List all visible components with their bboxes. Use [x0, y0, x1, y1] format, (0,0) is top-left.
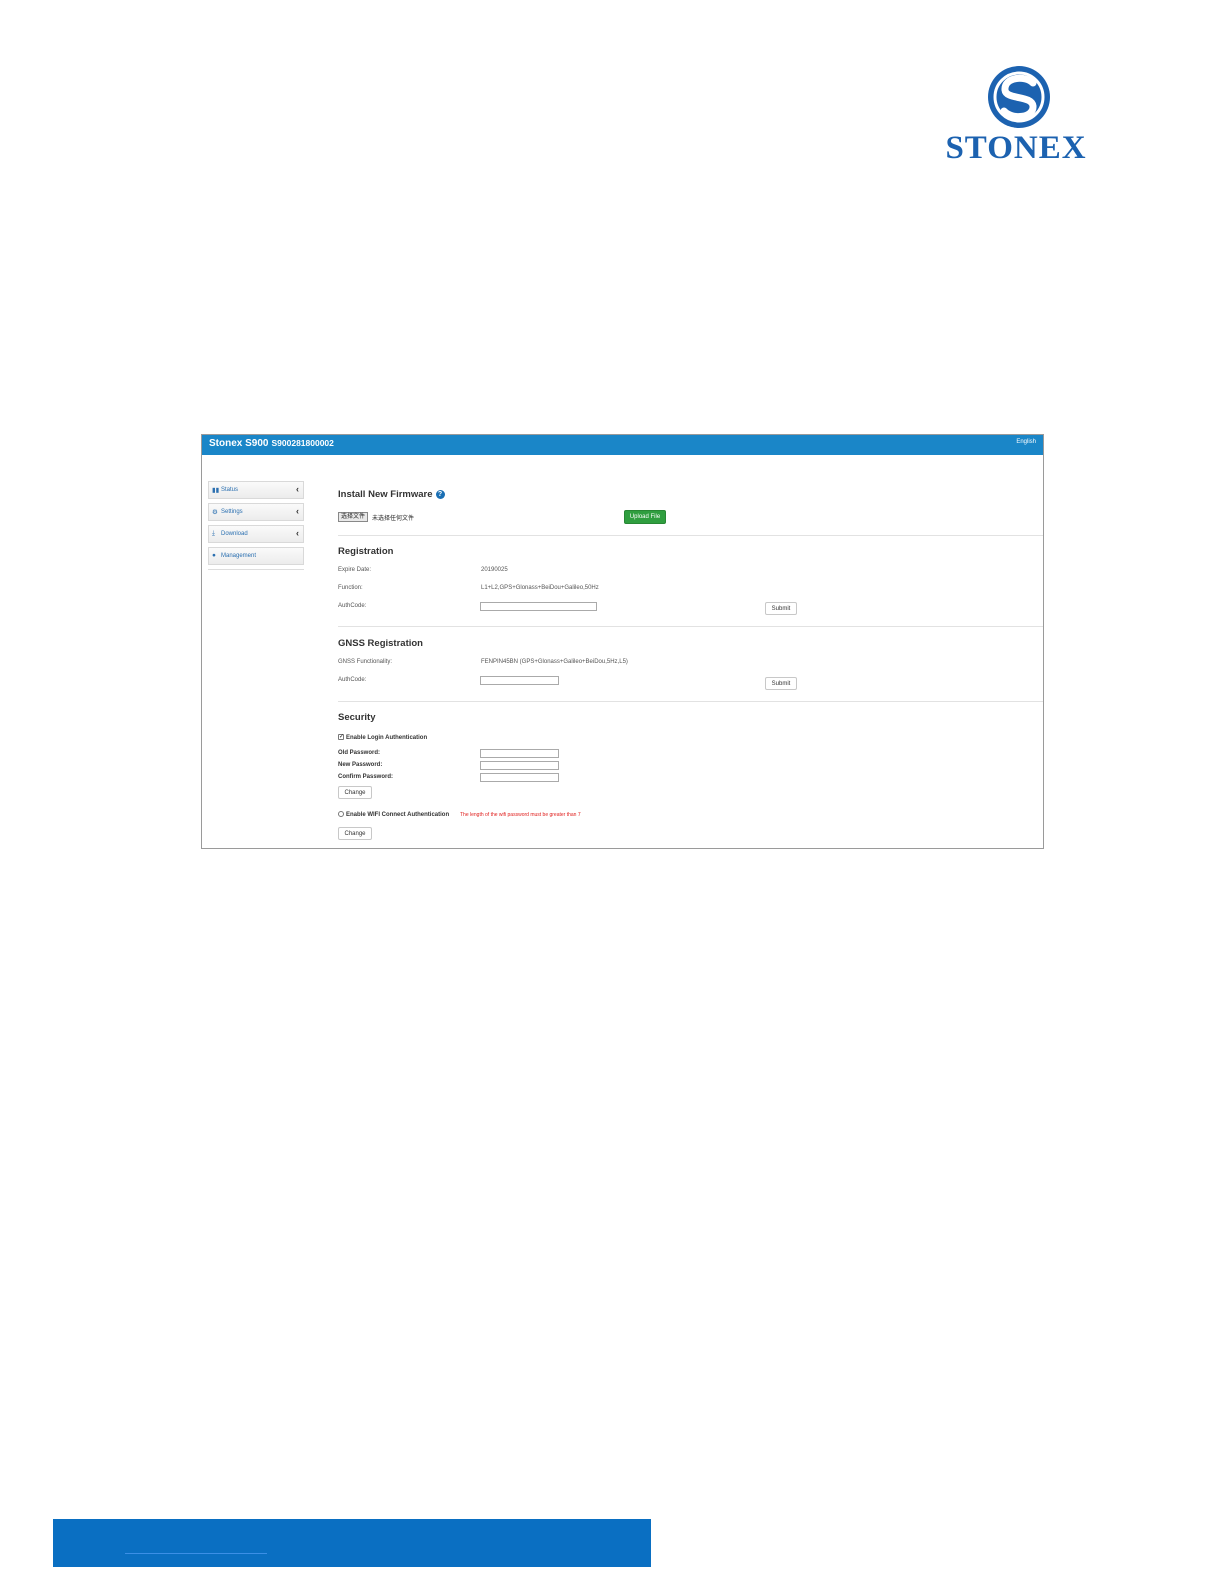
authcode-label: AuthCode:: [338, 677, 367, 683]
sidebar-divider: [208, 569, 304, 570]
choose-file-button[interactable]: 选择文件: [338, 512, 369, 522]
device-title[interactable]: Stonex S900 S900281800002: [209, 438, 334, 449]
gnss-registration-title: GNSS Registration: [338, 638, 423, 649]
chevron-left-icon: ‹: [296, 484, 299, 494]
sidebar: ▮▮ Status ‹ ⚙ Settings ‹ ⤓ Download ‹ ● …: [208, 481, 304, 570]
confirm-password-input[interactable]: [480, 773, 559, 782]
enable-wifi-checkbox[interactable]: [338, 811, 344, 817]
enable-login-checkbox[interactable]: ✓: [338, 734, 344, 740]
registration-submit-button[interactable]: Submit: [765, 602, 797, 615]
sidebar-item-download[interactable]: ⤓ Download ‹: [208, 525, 304, 543]
upload-file-button[interactable]: Upload File: [624, 510, 666, 524]
authcode-label: AuthCode:: [338, 603, 367, 609]
sidebar-item-status[interactable]: ▮▮ Status ‹: [208, 481, 304, 499]
enable-wifi-label: Enable WIFI Connect Authentication: [346, 812, 450, 818]
new-password-input[interactable]: [480, 761, 559, 770]
change-wifi-button[interactable]: Change: [338, 827, 372, 840]
chevron-left-icon: ‹: [296, 506, 299, 516]
device-serial: S900281800002: [271, 438, 334, 448]
function-value: L1+L2,GPS+Glonass+BeiDou+Galileo,50Hz: [481, 585, 599, 591]
chevron-left-icon: ‹: [296, 528, 299, 538]
expire-date-label: Expire Date:: [338, 567, 372, 573]
gnss-submit-button[interactable]: Submit: [765, 677, 797, 690]
info-icon: ●: [212, 552, 216, 559]
expire-date-value: 20190025: [481, 567, 508, 573]
change-password-button[interactable]: Change: [338, 786, 372, 799]
stonex-logo: STONEX: [938, 64, 1094, 168]
sidebar-item-management[interactable]: ● Management: [208, 547, 304, 565]
language-selector[interactable]: English: [1016, 439, 1036, 445]
registration-authcode-input[interactable]: [480, 602, 597, 611]
gnss-functionality-value: FENPIN45BN (GPS+Glonass+Galileo+BeiDou,5…: [481, 659, 628, 665]
device-name: Stonex S900: [209, 438, 269, 449]
top-navbar: Stonex S900 S900281800002 English: [202, 435, 1043, 455]
download-icon: ⤓: [212, 530, 215, 537]
security-title: Security: [338, 712, 376, 723]
sidebar-item-settings[interactable]: ⚙ Settings ‹: [208, 503, 304, 521]
old-password-label: Old Password:: [338, 750, 381, 756]
function-label: Function:: [338, 585, 363, 591]
logo-wordmark: STONEX: [945, 130, 1087, 166]
new-password-label: New Password:: [338, 762, 383, 768]
sidebar-item-label: Status: [221, 487, 239, 493]
divider: [338, 535, 1043, 536]
firmware-title: Install New Firmware?: [338, 489, 445, 500]
divider: [338, 701, 1043, 702]
footer-link[interactable]: [125, 1553, 267, 1554]
help-icon[interactable]: ?: [435, 490, 445, 499]
gnss-authcode-input[interactable]: [480, 676, 559, 685]
footer-bar: [53, 1519, 651, 1567]
firmware-title-text: Install New Firmware: [338, 489, 433, 500]
web-ui-screenshot: Stonex S900 S900281800002 English ▮▮ Stat…: [201, 434, 1044, 849]
sidebar-item-label: Download: [221, 531, 248, 537]
old-password-input[interactable]: [480, 749, 559, 758]
sidebar-item-label: Settings: [221, 509, 243, 515]
grid-icon: ▮▮: [212, 487, 220, 494]
no-file-text: 未选择任何文件: [372, 516, 415, 522]
stonex-s-logo-icon: [988, 66, 1050, 128]
sidebar-item-label: Management: [221, 553, 257, 559]
confirm-password-label: Confirm Password:: [338, 774, 394, 780]
enable-login-label: Enable Login Authentication: [346, 735, 428, 741]
gear-icon: ⚙: [212, 509, 218, 516]
divider: [338, 626, 1043, 627]
wifi-warning-text: The length of the wifi password must be …: [460, 812, 581, 818]
gnss-functionality-label: GNSS Functionality:: [338, 659, 393, 665]
registration-title: Registration: [338, 546, 394, 557]
